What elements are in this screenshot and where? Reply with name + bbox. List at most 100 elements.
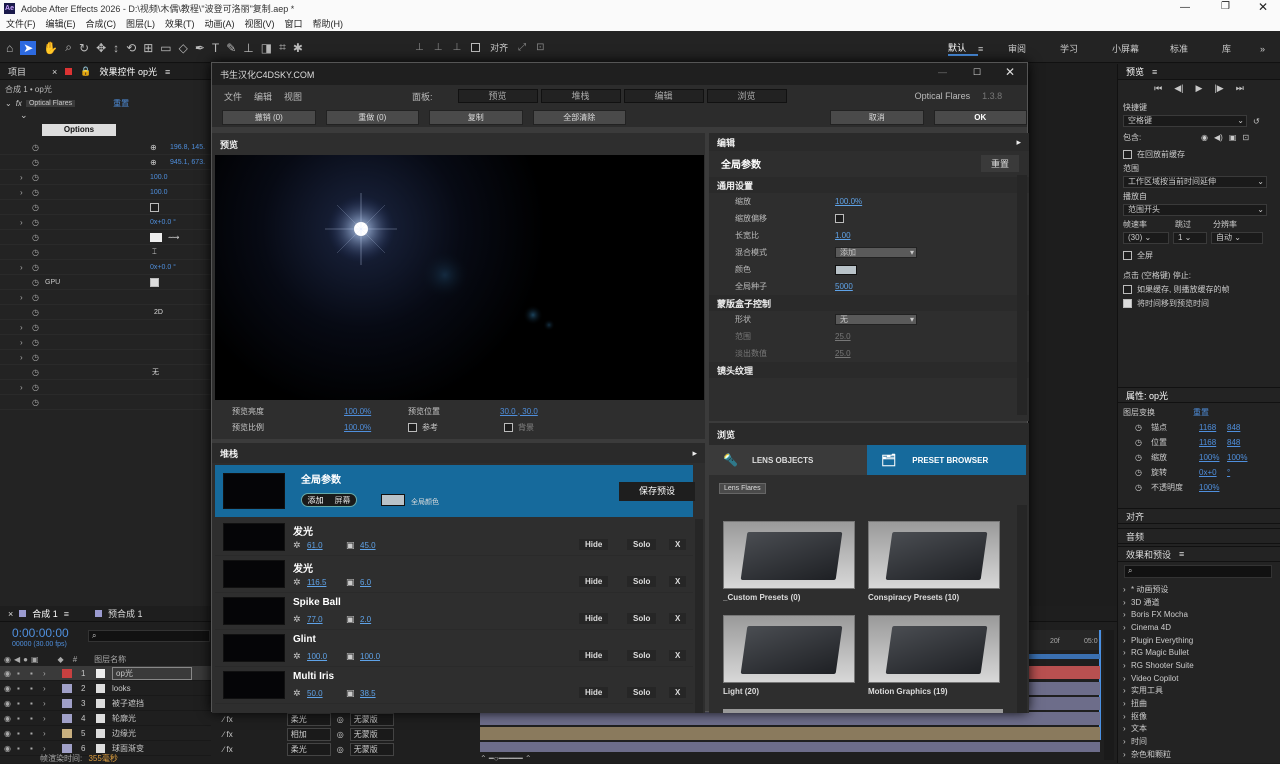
- work-area-bar[interactable]: [1028, 654, 1100, 659]
- audio-panel-header[interactable]: 音频: [1118, 528, 1280, 544]
- more-workspaces-icon[interactable]: »: [1260, 44, 1265, 54]
- track-rim[interactable]: [480, 712, 1100, 725]
- solo-icon[interactable]: ▪: [30, 684, 40, 693]
- fx-property-row[interactable]: ◷ ⊕ 945.1, 673.: [0, 155, 211, 170]
- copy-button[interactable]: 复制: [429, 109, 523, 125]
- layer-name[interactable]: 边缘光: [112, 728, 136, 739]
- transform-value-2[interactable]: 848: [1227, 423, 1240, 432]
- layer-label-color[interactable]: [62, 683, 72, 693]
- panel-menu-icon[interactable]: ≡: [165, 67, 170, 77]
- stopwatch-icon[interactable]: ◷: [32, 383, 46, 392]
- reference-checkbox[interactable]: [408, 422, 417, 432]
- cube-tool-icon[interactable]: ◇: [179, 41, 188, 55]
- expand-arrow-icon[interactable]: ›: [20, 383, 32, 392]
- effects-category[interactable]: › RG Magic Bullet: [1118, 646, 1280, 659]
- layer-name[interactable]: 轮廓光: [112, 713, 136, 724]
- preview-viewport[interactable]: [215, 155, 704, 400]
- hand-tool-icon[interactable]: ✋: [43, 41, 58, 55]
- close-tab-icon[interactable]: ×: [52, 67, 57, 77]
- color-swatch-button[interactable]: [835, 264, 857, 275]
- layer-row[interactable]: ◉ ▪ ▪ › 5 边缘光: [0, 726, 211, 741]
- expand-arrow-icon[interactable]: ›: [43, 669, 53, 678]
- effects-category[interactable]: › 抠像: [1118, 710, 1280, 723]
- solo-icon[interactable]: ▪: [30, 714, 40, 723]
- track-matte-select[interactable]: 无蒙版: [349, 713, 394, 726]
- fx-property-row[interactable]: › ◷: [0, 290, 211, 305]
- solo-icon[interactable]: ●: [23, 655, 28, 664]
- fx-property-row[interactable]: › ◷ 0x+0.0 °: [0, 260, 211, 275]
- selection-tool-icon[interactable]: ➤: [20, 40, 37, 55]
- text-tool-icon[interactable]: T: [212, 41, 219, 55]
- fx-property-row[interactable]: ◷: [0, 200, 211, 215]
- fx-property-row[interactable]: ◷ ⌶: [0, 245, 211, 260]
- tab-project[interactable]: 项目: [8, 65, 26, 78]
- effects-category[interactable]: › RG Shooter Suite: [1118, 659, 1280, 672]
- mode-select[interactable]: 柔光: [286, 713, 331, 726]
- transform-value-1[interactable]: 100%: [1199, 483, 1225, 492]
- stopwatch-icon[interactable]: ◷: [1135, 468, 1151, 477]
- layer-row[interactable]: ◉ ▪ ▪ › 1 op光: [0, 666, 211, 681]
- expand-arrow-icon[interactable]: ⌄: [5, 99, 12, 108]
- menu-edit[interactable]: 编辑(E): [46, 17, 76, 30]
- editor-expand-icon[interactable]: ▸: [1016, 137, 1021, 148]
- fx-property-row[interactable]: ◷ ⟿: [0, 230, 211, 245]
- stack-brightness-value[interactable]: 100.0: [307, 652, 327, 661]
- expand-arrow-icon[interactable]: ›: [1123, 636, 1131, 645]
- layer-label-color[interactable]: [62, 713, 72, 723]
- play-from-select[interactable]: 范围开头 ⌄: [1123, 204, 1267, 216]
- eye-icon[interactable]: ◉: [4, 669, 14, 678]
- aspect-value[interactable]: 1.00: [835, 231, 851, 240]
- stopwatch-icon[interactable]: ◷: [32, 293, 46, 302]
- layer-row[interactable]: ◉ ▪ ▪ › 2 looks: [0, 681, 211, 696]
- effects-search-input[interactable]: ⌕: [1124, 565, 1272, 578]
- fx-value[interactable]: 2D: [154, 309, 163, 316]
- blend-screen[interactable]: 屏幕: [335, 495, 351, 506]
- preset-folder[interactable]: _Custom Presets (0): [723, 521, 855, 602]
- dlg-menu-edit[interactable]: 编辑: [254, 90, 272, 103]
- layer-label-color[interactable]: [62, 698, 72, 708]
- close-icon[interactable]: ✕: [1258, 0, 1268, 14]
- fps-select[interactable]: (30) ⌄: [1123, 232, 1169, 244]
- solo-icon[interactable]: ▪: [30, 729, 40, 738]
- solo-icon[interactable]: ▪: [30, 669, 40, 678]
- fx-value[interactable]: 0x+0.0 °: [150, 264, 176, 271]
- snap-options-icon[interactable]: ⤢: [518, 42, 526, 53]
- menu-help[interactable]: 帮助(H): [313, 17, 344, 30]
- fx-property-row[interactable]: ◷ GPU: [0, 275, 211, 290]
- audio-toggle-icon[interactable]: ◀): [1214, 133, 1223, 142]
- transform-value-1[interactable]: 100%: [1199, 453, 1225, 462]
- solo-icon[interactable]: ▪: [30, 699, 40, 708]
- dialog-maximize-icon[interactable]: ☐: [973, 67, 981, 78]
- tab-effect-controls[interactable]: 效果控件 op光: [100, 65, 158, 78]
- layer-row[interactable]: ◉ ▪ ▪ › 3 被子遮挡: [0, 696, 211, 711]
- play-icon[interactable]: ▶: [1196, 83, 1203, 94]
- fx-property-row[interactable]: › ◷ 100.0: [0, 185, 211, 200]
- tab-comp1[interactable]: 合成 1: [32, 607, 58, 620]
- expand-arrow-icon[interactable]: ›: [1123, 737, 1131, 746]
- minimize-icon[interactable]: —: [1180, 2, 1190, 13]
- eye-icon[interactable]: ◉: [4, 684, 14, 693]
- remove-button[interactable]: X: [669, 650, 687, 661]
- lock-icon[interactable]: ▪: [17, 729, 27, 738]
- menu-effect[interactable]: 效果(T): [165, 17, 195, 30]
- tab-preset-browser[interactable]: 🗂 PRESET BROWSER: [867, 445, 1026, 475]
- pen-tool-icon[interactable]: ✒: [195, 41, 205, 55]
- stopwatch-icon[interactable]: ◷: [32, 278, 46, 287]
- solo-icon[interactable]: ▪: [30, 744, 40, 753]
- workspace-library[interactable]: 库: [1222, 42, 1260, 55]
- layer-label-color[interactable]: [62, 728, 72, 738]
- solo-button[interactable]: Solo: [627, 613, 657, 624]
- align-panel-header[interactable]: 对齐: [1118, 508, 1280, 524]
- stopwatch-icon[interactable]: ◷: [1135, 438, 1151, 447]
- range-select[interactable]: 工作区域按当前时间延伸 ⌄: [1123, 176, 1267, 188]
- hide-button[interactable]: Hide: [579, 576, 609, 587]
- fx-property-row[interactable]: › ◷: [0, 380, 211, 395]
- pin-tool-icon[interactable]: ✱: [293, 41, 303, 55]
- stack-scale-value[interactable]: 6.0: [360, 578, 371, 587]
- axis-world-icon[interactable]: ⊥: [434, 42, 443, 53]
- track-matte-select[interactable]: 无蒙版: [349, 728, 394, 741]
- eye-icon[interactable]: ◉: [4, 699, 14, 708]
- expand-arrow-icon[interactable]: ›: [20, 293, 32, 302]
- stamp-tool-icon[interactable]: ⊥: [243, 41, 253, 55]
- close-tab-icon[interactable]: ×: [8, 609, 13, 619]
